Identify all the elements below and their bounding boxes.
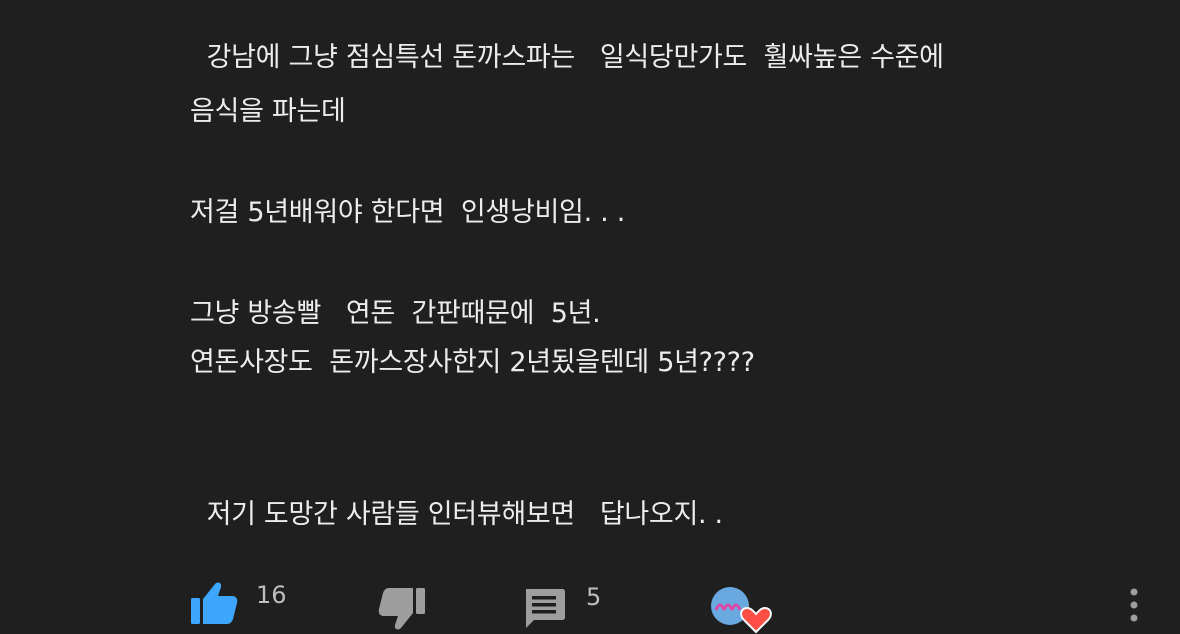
comment-line: 저걸 5년배워야 한다면 인생낭비임. . . (190, 197, 625, 228)
like-count: 16 (256, 581, 287, 609)
dislike-button[interactable] (378, 586, 426, 632)
more-options-button[interactable] (1125, 586, 1143, 626)
comment-line: 음식을 파는데 (190, 96, 346, 127)
comment-line: 저기 도망간 사람들 인터뷰해보면 답나오지. . (190, 499, 724, 530)
comment-line: 강남에 그냥 점심특선 돈까스파는 일식당만가도 훨싸높은 수준에 (190, 42, 944, 73)
reply-count: 5 (586, 583, 602, 611)
more-vertical-icon (1125, 586, 1143, 626)
comment-line: 그냥 방송빨 연돈 간판때문에 5년. (190, 298, 601, 329)
like-button[interactable]: 16 (190, 580, 287, 626)
comment-icon (522, 586, 566, 630)
thumbs-up-icon (190, 580, 238, 626)
comment-action-bar: 16 5 (0, 570, 1180, 634)
creator-heart-icon (708, 584, 778, 634)
reply-button[interactable]: 5 (522, 583, 602, 630)
creator-heart-badge (708, 584, 778, 634)
thumbs-down-icon (378, 586, 426, 632)
comment-line: 연돈사장도 돈까스장사한지 2년됬을텐데 5년???? (190, 347, 755, 378)
